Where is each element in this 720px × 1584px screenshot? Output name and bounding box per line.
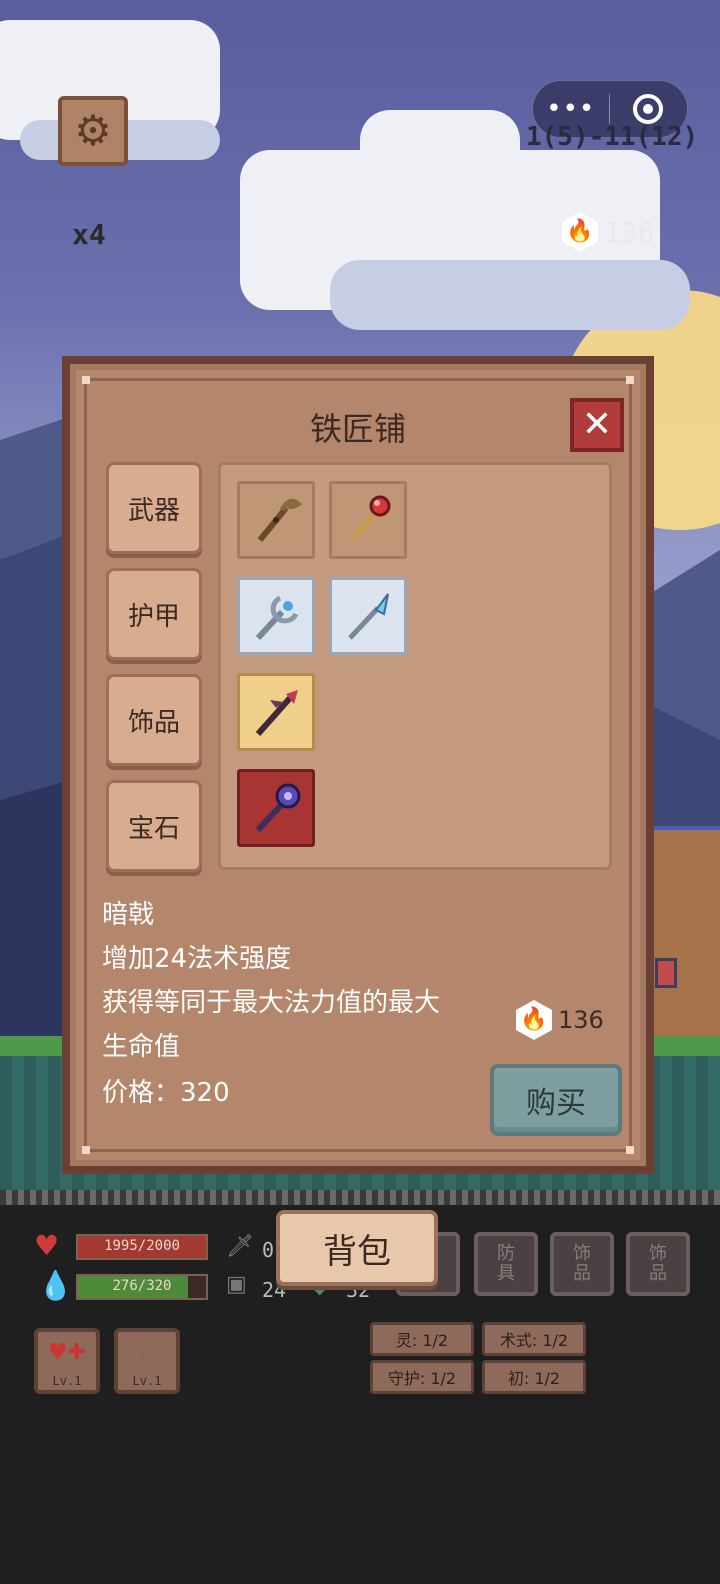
skill-heal[interactable]: ♥✚ Lv.1: [34, 1328, 100, 1394]
panel-corner: [626, 1146, 634, 1154]
crescent-staff-icon: [255, 595, 299, 641]
fire-gem-icon: 🔥: [516, 1000, 552, 1040]
red-orb-staff-icon: [349, 495, 391, 542]
equip-label: 饰: [573, 1243, 591, 1264]
void-staff-icon: [255, 783, 301, 833]
speed-multiplier[interactable]: x4: [72, 218, 106, 251]
mp-text: 276/320: [112, 1278, 172, 1294]
equip-label: 品: [573, 1263, 591, 1284]
item-effect: 获得等同于最大法力值的最大: [102, 988, 441, 1018]
item-price: 价格：320: [102, 1078, 230, 1108]
skill-level: Lv.1: [132, 1374, 162, 1388]
item-slot[interactable]: [329, 481, 407, 559]
wallet-display: 🔥 136: [516, 1000, 604, 1040]
wallet-value: 136: [558, 1006, 604, 1034]
currency-value: 136: [604, 215, 655, 249]
sword-icon: 🗡: [226, 1234, 254, 1259]
droplet-icon: 💧: [38, 1269, 73, 1302]
item-slot[interactable]: [237, 673, 315, 751]
ground-edge: [0, 1190, 720, 1205]
house-window: [655, 958, 677, 988]
trait-tag[interactable]: 初: 1/2: [482, 1360, 586, 1394]
tab-gems[interactable]: 宝石: [106, 780, 202, 872]
cloud: [330, 260, 690, 330]
equip-label: 具: [497, 1263, 515, 1284]
heart-icon: ♥: [34, 1229, 60, 1262]
armor-icon: ▣: [226, 1272, 247, 1297]
item-slot[interactable]: [237, 577, 315, 655]
fire-gem-icon: 🔥: [562, 212, 598, 252]
panel-corner: [626, 376, 634, 384]
equip-slot-accessory[interactable]: 饰 品: [550, 1232, 614, 1296]
trait-tag[interactable]: 守护: 1/2: [370, 1360, 474, 1394]
mp-bar: 276/320: [76, 1274, 208, 1300]
trait-tag[interactable]: 术式: 1/2: [482, 1322, 586, 1356]
panel-corner: [82, 1146, 90, 1154]
blacksmith-shop-panel: 铁匠铺 ✕ 武器 护甲 饰品 宝石 暗戟 增加24法术强度 获得等同于最大法力值…: [62, 356, 654, 1174]
currency-display: 🔥 136: [562, 212, 655, 252]
backpack-button[interactable]: 背包: [276, 1210, 438, 1286]
shop-title: 铁匠铺: [309, 410, 406, 448]
settings-button[interactable]: ⚙: [58, 96, 128, 166]
panel-corner: [82, 376, 90, 384]
item-name: 暗戟: [102, 900, 155, 930]
staff-skill-icon: ⟋: [139, 1340, 155, 1365]
more-button[interactable]: •••: [533, 94, 609, 124]
tab-accessories[interactable]: 饰品: [106, 674, 202, 766]
equip-label: 防: [497, 1243, 515, 1264]
equip-label: 品: [649, 1263, 667, 1284]
attack-value: 0: [262, 1238, 275, 1262]
dark-halberd-icon: [255, 690, 298, 736]
skill-level: Lv.1: [52, 1374, 82, 1388]
skill-staff[interactable]: ⟋ Lv.1: [114, 1328, 180, 1394]
item-effect: 增加24法术强度: [102, 944, 292, 974]
item-grid: [218, 462, 612, 870]
buy-button[interactable]: 购买: [490, 1064, 622, 1136]
item-slot-selected[interactable]: [237, 769, 315, 847]
tab-weapons[interactable]: 武器: [106, 462, 202, 554]
equip-label: 饰: [649, 1243, 667, 1264]
hp-bar: 1995/2000: [76, 1234, 208, 1260]
target-icon: [633, 94, 664, 124]
item-slot[interactable]: [237, 481, 315, 559]
ice-spear-staff-icon: [348, 593, 389, 640]
close-icon: ✕: [581, 404, 613, 445]
equip-slot-armor[interactable]: 防 具: [474, 1232, 538, 1296]
close-button[interactable]: ✕: [570, 398, 624, 452]
item-slot[interactable]: [329, 577, 407, 655]
house: [650, 830, 720, 1050]
item-effect: 生命值: [102, 1032, 181, 1062]
cloud: [360, 110, 520, 200]
hp-text: 1995/2000: [104, 1238, 180, 1254]
heal-mana-icon: ♥✚: [47, 1340, 87, 1365]
trait-tag[interactable]: 灵: 1/2: [370, 1322, 474, 1356]
wooden-staff-icon: [257, 498, 302, 542]
stage-indicator: 1(5)-11(12): [526, 122, 699, 152]
gear-icon: ⚙: [74, 106, 112, 155]
equip-slot-accessory[interactable]: 饰 品: [626, 1232, 690, 1296]
tab-armor[interactable]: 护甲: [106, 568, 202, 660]
close-miniprogram-button[interactable]: [610, 94, 688, 124]
